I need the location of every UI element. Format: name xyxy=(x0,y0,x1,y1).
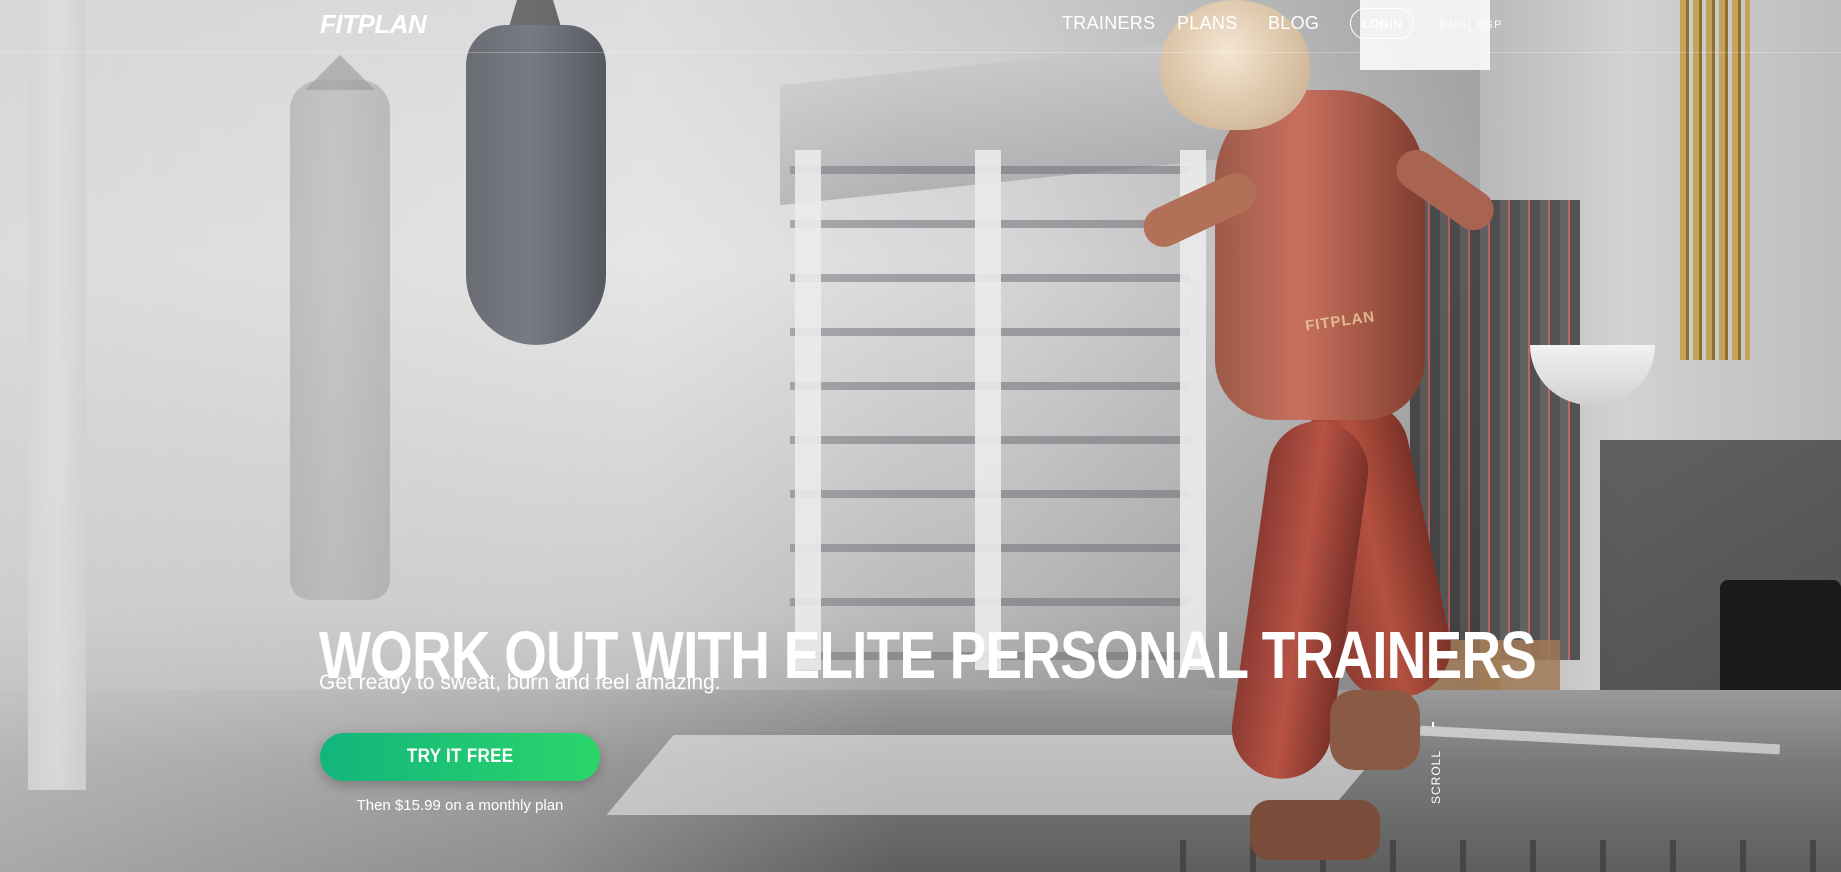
nav-link-trainers[interactable]: TRAINERS xyxy=(1062,13,1155,34)
trainer-shoe xyxy=(1250,800,1380,860)
scroll-line-icon xyxy=(1432,722,1434,727)
trainer-torso xyxy=(1215,90,1425,420)
language-english[interactable]: ENG xyxy=(1440,19,1467,31)
hero-section: FITPLAN xyxy=(0,0,1841,872)
trainer-shoe xyxy=(1330,690,1420,770)
hero-subheadline: Get ready to sweat, burn and feel amazin… xyxy=(319,671,721,694)
nav-link-plans[interactable]: PLANS xyxy=(1177,13,1238,34)
language-divider xyxy=(1469,16,1470,34)
scroll-indicator[interactable]: SCROLL xyxy=(1423,722,1443,812)
try-it-free-button[interactable]: TRY IT FREE xyxy=(320,733,600,781)
nav-link-blog[interactable]: BLOG xyxy=(1268,13,1319,34)
fitplan-logo[interactable]: FITPLAN xyxy=(320,9,427,40)
language-spanish[interactable]: ESP xyxy=(1477,19,1503,31)
price-note: Then $15.99 on a monthly plan xyxy=(356,797,564,814)
top-navbar: FITPLAN TRAINERS PLANS BLOG LOGIN ENG ES… xyxy=(0,0,1841,53)
login-button[interactable]: LOGIN xyxy=(1350,8,1414,39)
background-bamboo-sticks xyxy=(1680,0,1750,360)
background-post xyxy=(975,150,1001,670)
scroll-label: SCROLL xyxy=(1429,749,1444,805)
try-it-free-label: TRY IT FREE xyxy=(406,746,514,767)
